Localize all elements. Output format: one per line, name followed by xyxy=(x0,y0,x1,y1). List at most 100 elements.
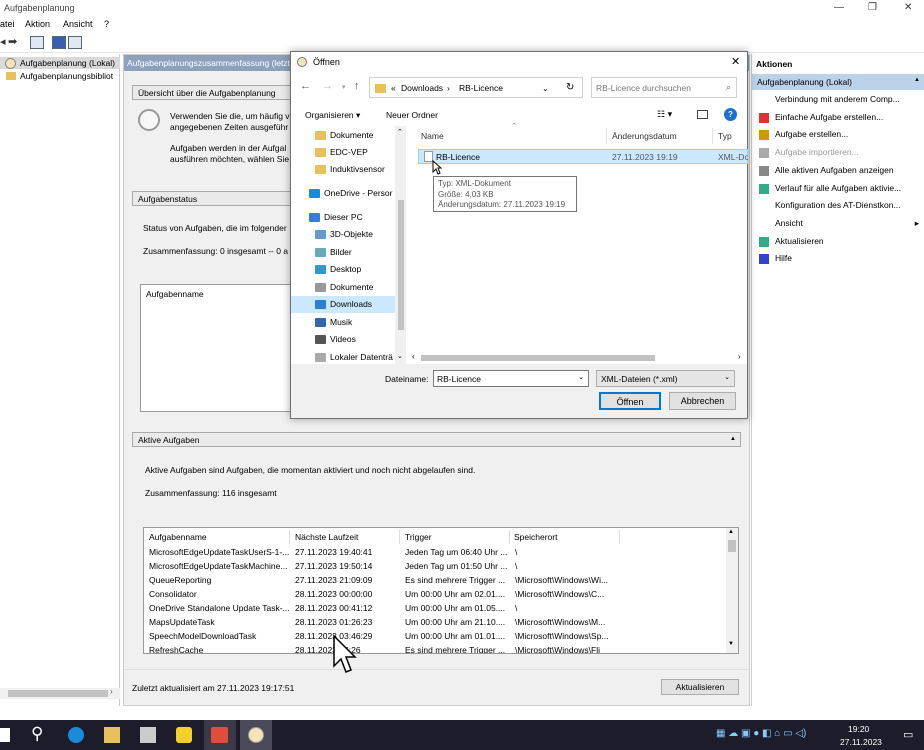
at-config-action[interactable]: Konfiguration des AT-Dienstkon... xyxy=(756,197,921,214)
col-name[interactable]: Name xyxy=(421,131,444,141)
scroll-thumb[interactable] xyxy=(421,355,655,361)
col-next-run[interactable]: Nächste Laufzeit xyxy=(295,532,358,542)
table-row[interactable]: QueueReporting 27.11.2023 21:09:09 Es sind… xyxy=(148,574,728,588)
scroll-right-icon[interactable]: › xyxy=(738,352,741,361)
app-icon[interactable] xyxy=(176,727,192,743)
table-row[interactable]: OneDrive Standalone Update Task-... 28.11… xyxy=(148,602,728,616)
table-row[interactable]: RefreshCache 28.11.2023 06:26 Es sind mehr… xyxy=(148,644,728,653)
help-action[interactable]: Hilfe xyxy=(756,250,921,267)
table-row[interactable]: Consolidator 28.11.2023 00:00:00 Um 00:00 … xyxy=(148,588,728,602)
nav-item[interactable]: Downloads xyxy=(291,296,395,313)
clock-time[interactable]: 19:20 xyxy=(848,724,869,734)
table-row[interactable]: SpeechModelDownloadTask 28.11.2023 03:46:… xyxy=(148,630,728,644)
nav-item[interactable]: Induktivsensor xyxy=(291,161,395,178)
clock-date[interactable]: 27.11.2023 xyxy=(840,737,882,747)
nav-item[interactable]: Lokaler Datenträ xyxy=(291,349,395,364)
scroll-left-icon[interactable]: ‹ xyxy=(412,352,415,361)
nav-item[interactable]: EDC-VEP xyxy=(291,144,395,161)
table-row[interactable]: MicrosoftEdgeUpdateTaskUserS-1-... 27.11.… xyxy=(148,546,728,560)
scroll-down-icon[interactable]: ⌄ xyxy=(397,352,403,360)
scroll-up-icon[interactable]: ▲ xyxy=(728,529,734,535)
collapse-icon[interactable]: ▲ xyxy=(730,436,736,442)
new-folder-button[interactable]: Neuer Ordner xyxy=(386,110,438,120)
start-icon[interactable] xyxy=(0,728,10,742)
show-running-action[interactable]: Alle aktiven Aufgaben anzeigen xyxy=(756,162,921,179)
notification-icon[interactable]: ▭ xyxy=(903,728,913,741)
taskbar-scheduler[interactable] xyxy=(240,720,272,750)
tree-item-local[interactable]: Aufgabenplanung (Lokal) xyxy=(0,57,120,69)
filetype-select[interactable]: XML-Dateien (*.xml) ⌄ xyxy=(596,370,735,387)
scroll-down-icon[interactable]: ▼ xyxy=(728,641,734,647)
file-hscrollbar[interactable]: ‹ › xyxy=(407,352,747,364)
scroll-thumb[interactable] xyxy=(728,540,736,552)
refresh-action[interactable]: Aktualisieren xyxy=(756,233,921,250)
nav-scrollbar[interactable]: ⌃ ⌄ xyxy=(395,126,406,364)
nav-item[interactable]: Dieser PC xyxy=(291,209,395,226)
nav-item[interactable]: 3D-Objekte xyxy=(291,226,395,243)
active-section-header[interactable]: Aktive Aufgaben ▲ xyxy=(132,432,741,447)
close-icon[interactable]: ✕ xyxy=(904,2,912,13)
basic-task-action[interactable]: Einfache Aufgabe erstellen... xyxy=(756,109,921,126)
scroll-thumb[interactable] xyxy=(398,200,404,330)
chevron-down-icon[interactable]: ⌄ xyxy=(724,373,730,381)
dialog-close-icon[interactable]: ✕ xyxy=(731,55,740,68)
col-trigger[interactable]: Trigger xyxy=(405,532,432,542)
explorer-icon[interactable] xyxy=(104,727,120,743)
edge-icon[interactable] xyxy=(68,727,84,743)
forward-arrow-icon[interactable]: → xyxy=(322,80,333,92)
up-arrow-icon[interactable]: ↑ xyxy=(354,80,360,92)
forward-arrow-icon[interactable]: ➡ xyxy=(8,35,17,48)
enable-history-action[interactable]: Verlauf für alle Aufgaben aktivie... xyxy=(756,180,921,197)
help-icon[interactable] xyxy=(52,36,66,49)
back-arrow-icon[interactable]: ◂ xyxy=(0,35,6,48)
table-scrollbar[interactable]: ▲ ▼ xyxy=(726,528,738,653)
help-icon[interactable]: ? xyxy=(724,108,737,121)
preview-pane-icon[interactable] xyxy=(697,110,708,119)
col-date[interactable]: Änderungsdatum xyxy=(612,131,677,141)
col-type[interactable]: Typ xyxy=(718,131,732,141)
action-pane-icon[interactable] xyxy=(68,36,82,49)
file-row[interactable]: RB-Licence 27.11.2023 19:19 XML-Do xyxy=(418,149,748,164)
table-row[interactable]: MicrosoftEdgeUpdateTaskMachine... 27.11.2… xyxy=(148,560,728,574)
tree-item-library[interactable]: Aufgabenplanungsbibliot xyxy=(0,70,120,82)
nav-item[interactable]: Dokumente xyxy=(291,279,395,296)
nav-item[interactable]: Bilder xyxy=(291,244,395,261)
open-button[interactable]: Öffnen xyxy=(599,392,661,410)
chevron-down-icon[interactable]: ▾ xyxy=(342,83,346,91)
back-arrow-icon[interactable]: ← xyxy=(300,80,311,92)
breadcrumb-rb-licence[interactable]: RB-Licence xyxy=(459,83,503,93)
tray-icons[interactable]: ▦ ☁ ▣ ● ◧ ⌂ ▭ ◁) xyxy=(716,728,806,739)
minimize-icon[interactable]: — xyxy=(834,2,844,13)
nav-item[interactable]: Musik xyxy=(291,314,395,331)
nav-item[interactable]: Videos xyxy=(291,331,395,348)
import-task-action[interactable]: Aufgabe importieren... xyxy=(756,144,921,161)
chevron-down-icon[interactable]: ⌄ xyxy=(542,84,549,93)
organize-button[interactable]: Organisieren ▾ xyxy=(305,110,360,121)
table-row[interactable]: MapsUpdateTask 28.11.2023 01:26:23 Um 00:0… xyxy=(148,616,728,630)
scroll-up-icon[interactable]: ⌃ xyxy=(397,128,403,136)
chevron-down-icon[interactable]: ⌄ xyxy=(578,373,584,381)
connect-action[interactable]: Verbindung mit anderem Comp... xyxy=(756,91,921,108)
scroll-right-icon[interactable]: › xyxy=(110,687,113,696)
search-input[interactable]: RB-Licence durchsuchen ⌕ xyxy=(591,77,737,98)
scroll-thumb[interactable] xyxy=(8,690,108,697)
actions-section-header[interactable]: Aufgabenplanung (Lokal) ▲ xyxy=(752,74,924,90)
col-taskname[interactable]: Aufgabenname xyxy=(149,532,207,542)
filename-input[interactable]: RB-Licence ⌄ xyxy=(433,370,589,387)
nav-item[interactable]: Desktop xyxy=(291,261,395,278)
maximize-icon[interactable]: ❐ xyxy=(868,2,877,13)
col-location[interactable]: Speicherort xyxy=(514,532,557,542)
menu-datei[interactable]: atei xyxy=(0,19,15,29)
view-icon[interactable]: ☷ ▾ xyxy=(657,109,672,120)
refresh-icon[interactable]: ↻ xyxy=(566,82,574,93)
create-task-action[interactable]: Aufgabe erstellen... xyxy=(756,126,921,143)
search-icon[interactable]: ⚲ xyxy=(31,724,43,744)
menu-help[interactable]: ? xyxy=(104,19,109,29)
view-action[interactable]: Ansicht ▸ xyxy=(756,215,921,232)
nav-item[interactable]: Dokumente xyxy=(291,127,395,144)
collapse-icon[interactable]: ▲ xyxy=(914,77,920,83)
taskbar-app-active[interactable] xyxy=(204,720,236,750)
console-tree-icon[interactable] xyxy=(30,36,44,49)
address-bar[interactable]: « Downloads › RB-Licence ⌄ ↻ xyxy=(369,77,583,98)
refresh-button[interactable]: Aktualisieren xyxy=(661,679,739,695)
